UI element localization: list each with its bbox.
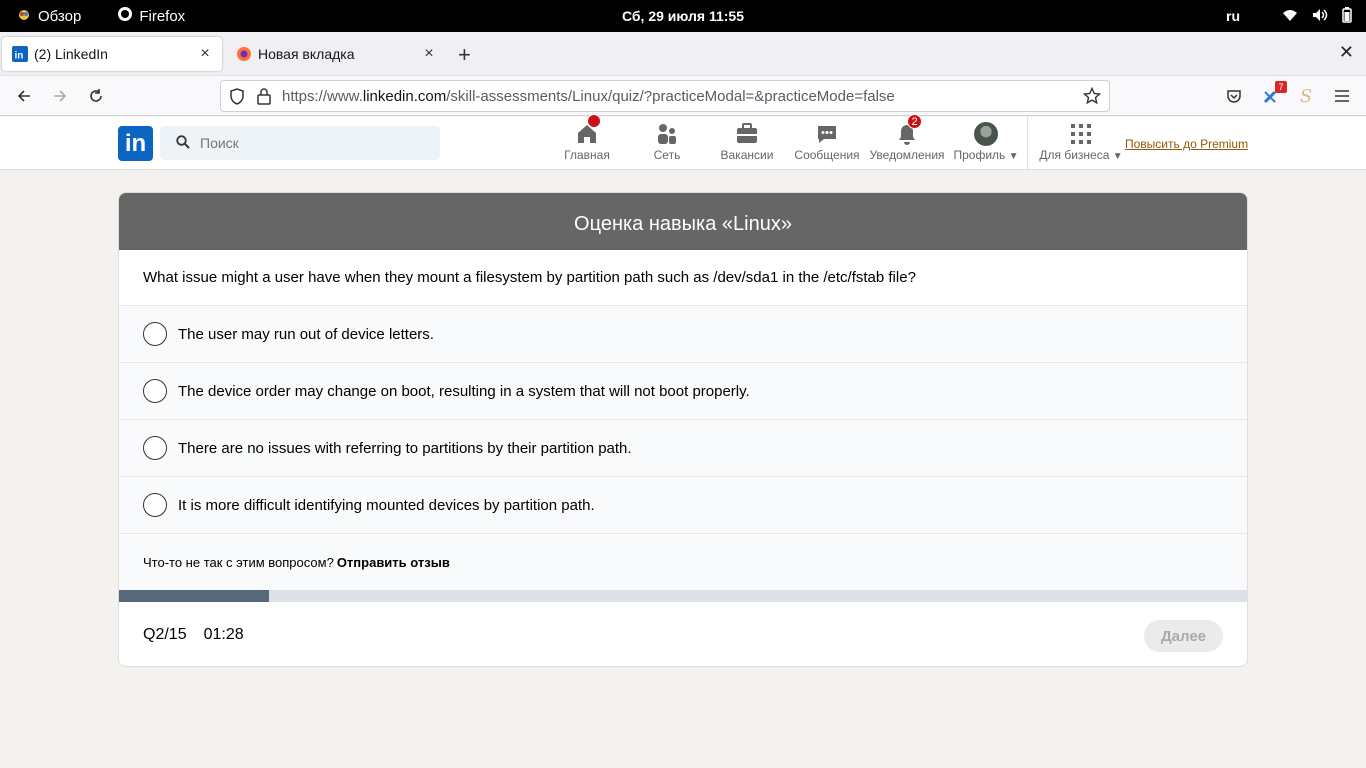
radio-button[interactable] bbox=[143, 379, 167, 403]
nav-divider bbox=[1027, 117, 1028, 170]
keyboard-layout-indicator[interactable]: ru bbox=[1226, 8, 1240, 24]
search-box[interactable] bbox=[160, 126, 440, 160]
lock-icon[interactable] bbox=[257, 88, 271, 109]
nav-label: Вакансии bbox=[720, 148, 774, 162]
tab-strip: in (2) LinkedIn × Новая вкладка × bbox=[0, 32, 1366, 76]
extension-icon[interactable]: 7 bbox=[1259, 81, 1287, 108]
wifi-icon[interactable] bbox=[1282, 8, 1298, 25]
answer-option[interactable]: There are no issues with referring to pa… bbox=[119, 420, 1247, 477]
tab-new-tab[interactable]: Новая вкладка × bbox=[226, 37, 446, 71]
feedback-row: Что-то не так с этим вопросом? Отправить… bbox=[119, 534, 1247, 590]
notifications-badge: 2 bbox=[907, 114, 922, 129]
network-icon bbox=[655, 122, 679, 146]
question-counter: Q2/15 bbox=[143, 625, 187, 643]
bell-icon: 2 bbox=[895, 114, 922, 146]
answer-option[interactable]: The device order may change on boot, res… bbox=[119, 363, 1247, 420]
volume-icon[interactable] bbox=[1312, 8, 1328, 25]
answer-label: It is more difficult identifying mounted… bbox=[178, 496, 595, 514]
forward-arrow-icon[interactable] bbox=[48, 84, 72, 108]
nav-profile[interactable]: Профиль ▼ bbox=[952, 117, 1020, 170]
extension-s-icon[interactable]: S bbox=[1294, 84, 1318, 108]
next-button[interactable]: Далее bbox=[1144, 620, 1223, 652]
nav-home[interactable]: Главная bbox=[564, 114, 610, 170]
firefox-favicon-icon bbox=[236, 46, 252, 62]
premium-upsell-link[interactable]: Повысить до Premium bbox=[1125, 137, 1248, 151]
caret-down-icon: ▼ bbox=[1008, 151, 1019, 162]
nav-label: Сообщения bbox=[794, 148, 860, 162]
nav-label-with-caret: Профиль ▼ bbox=[953, 148, 1019, 162]
skill-assessment-card: Оценка навыка «Linux» What issue might a… bbox=[118, 192, 1248, 667]
home-notification-dot bbox=[587, 114, 601, 128]
address-bar[interactable]: https://www.linkedin.com/skill-assessmen… bbox=[220, 80, 1110, 112]
quiz-progress-bar bbox=[119, 590, 1247, 602]
nav-for-business[interactable]: Для бизнеса ▼ bbox=[1039, 117, 1123, 170]
extension-badge: 7 bbox=[1275, 81, 1287, 93]
new-tab-plus-icon[interactable]: + bbox=[458, 42, 471, 68]
navigation-toolbar: https://www.linkedin.com/skill-assessmen… bbox=[0, 76, 1366, 116]
clock[interactable]: Сб, 29 июля 11:55 bbox=[0, 0, 1366, 32]
quiz-timer: 01:28 bbox=[203, 625, 244, 643]
messaging-icon bbox=[815, 122, 839, 146]
home-icon bbox=[575, 114, 601, 146]
briefcase-icon bbox=[735, 122, 759, 146]
avatar bbox=[974, 122, 998, 146]
answer-option[interactable]: The user may run out of device letters. bbox=[119, 306, 1247, 363]
nav-network[interactable]: Сеть bbox=[650, 117, 684, 170]
caret-down-icon: ▼ bbox=[1112, 151, 1123, 162]
system-top-bar: Обзор Firefox Сб, 29 июля 11:55 ru bbox=[0, 0, 1366, 32]
url-text: https://www.linkedin.com/skill-assessmen… bbox=[282, 88, 895, 105]
close-window-icon[interactable]: ✕ bbox=[1339, 42, 1354, 63]
pocket-icon[interactable] bbox=[1222, 84, 1246, 108]
reload-icon[interactable] bbox=[84, 84, 108, 108]
grid-apps-icon bbox=[1069, 122, 1093, 146]
progress-fill bbox=[119, 590, 270, 602]
feedback-prompt: Что-то не так с этим вопросом? bbox=[143, 554, 334, 570]
radio-button[interactable] bbox=[143, 493, 167, 517]
answer-label: The user may run out of device letters. bbox=[178, 325, 434, 343]
radio-button[interactable] bbox=[143, 322, 167, 346]
nav-label: Уведомления bbox=[869, 148, 945, 162]
search-input[interactable] bbox=[200, 135, 420, 151]
question-text: What issue might a user have when they m… bbox=[119, 250, 1247, 306]
bookmark-star-icon[interactable] bbox=[1082, 86, 1102, 109]
tab-title: (2) LinkedIn bbox=[34, 46, 108, 62]
nav-messaging[interactable]: Сообщения bbox=[794, 117, 860, 170]
battery-icon[interactable] bbox=[1342, 6, 1352, 26]
search-icon bbox=[176, 134, 190, 152]
nav-label-with-caret: Для бизнеса ▼ bbox=[1039, 148, 1123, 162]
assessment-title: Оценка навыка «Linux» bbox=[119, 193, 1247, 250]
close-tab-icon[interactable]: × bbox=[420, 45, 438, 63]
close-tab-icon[interactable]: × bbox=[196, 45, 214, 63]
linkedin-logo[interactable]: in bbox=[118, 126, 153, 161]
answer-option[interactable]: It is more difficult identifying mounted… bbox=[119, 477, 1247, 534]
svg-text:in: in bbox=[15, 51, 24, 62]
linkedin-header: in Главная Сеть Вакансии Сообщения bbox=[0, 114, 1366, 170]
tracking-protection-shield-icon[interactable] bbox=[229, 88, 245, 109]
nav-label: Главная bbox=[564, 148, 610, 162]
answer-label: The device order may change on boot, res… bbox=[178, 382, 750, 400]
linkedin-favicon-icon: in bbox=[12, 46, 28, 62]
quiz-footer: Q2/15 01:28 Далее bbox=[119, 602, 1247, 666]
tab-linkedin[interactable]: in (2) LinkedIn × bbox=[2, 37, 222, 71]
nav-notifications[interactable]: 2 Уведомления bbox=[869, 114, 945, 170]
hamburger-menu-icon[interactable] bbox=[1330, 84, 1354, 108]
radio-button[interactable] bbox=[143, 436, 167, 460]
nav-jobs[interactable]: Вакансии bbox=[718, 117, 776, 170]
tab-title: Новая вкладка bbox=[258, 46, 355, 62]
send-feedback-link[interactable]: Отправить отзыв bbox=[337, 555, 450, 570]
answer-label: There are no issues with referring to pa… bbox=[178, 439, 632, 457]
back-arrow-icon[interactable] bbox=[12, 84, 36, 108]
nav-label: Сеть bbox=[653, 148, 681, 162]
